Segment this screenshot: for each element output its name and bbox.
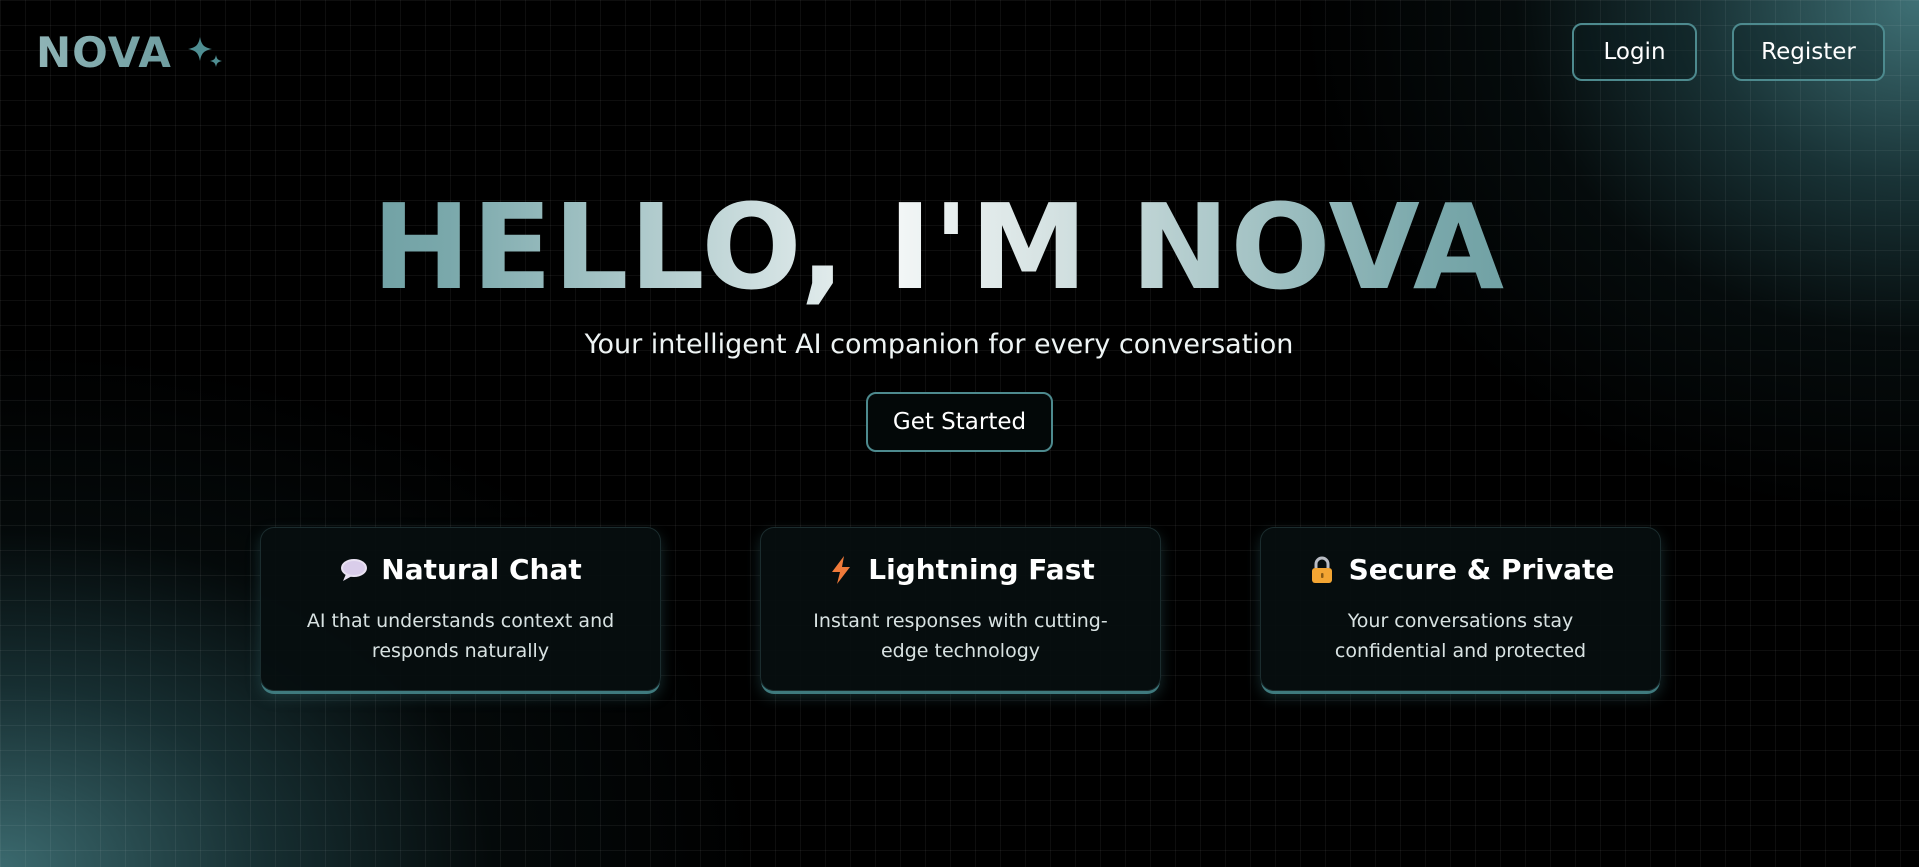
sparkle-icon bbox=[187, 36, 222, 67]
lightning-icon bbox=[832, 555, 851, 584]
feature-card-secure-private: Secure & Private Your conversations stay… bbox=[1260, 527, 1661, 691]
feature-card-lightning-fast: Lightning Fast Instant responses with cu… bbox=[760, 527, 1161, 691]
feature-title: Lightning Fast bbox=[868, 553, 1095, 586]
get-started-button[interactable]: Get Started bbox=[866, 392, 1053, 452]
feature-title: Natural Chat bbox=[381, 553, 582, 586]
feature-description: AI that understands context and responds… bbox=[306, 610, 615, 662]
brand-name: NOVA bbox=[36, 28, 172, 77]
brand-logo[interactable]: NOVA bbox=[36, 28, 226, 77]
feature-title: Secure & Private bbox=[1348, 553, 1615, 586]
speech-bubble-icon bbox=[341, 558, 368, 581]
login-button[interactable]: Login bbox=[1572, 23, 1697, 81]
hero-title: HELLO, I'M NOVA bbox=[0, 182, 1919, 312]
feature-description: Instant responses with cutting-edge tech… bbox=[813, 610, 1108, 662]
feature-card-natural-chat: Natural Chat AI that understands context… bbox=[260, 527, 661, 691]
register-button[interactable]: Register bbox=[1732, 23, 1885, 81]
feature-description: Your conversations stay confidential and… bbox=[1334, 610, 1587, 662]
lock-icon bbox=[1311, 556, 1332, 583]
hero-subtitle: Your intelligent AI companion for every … bbox=[584, 329, 1294, 360]
